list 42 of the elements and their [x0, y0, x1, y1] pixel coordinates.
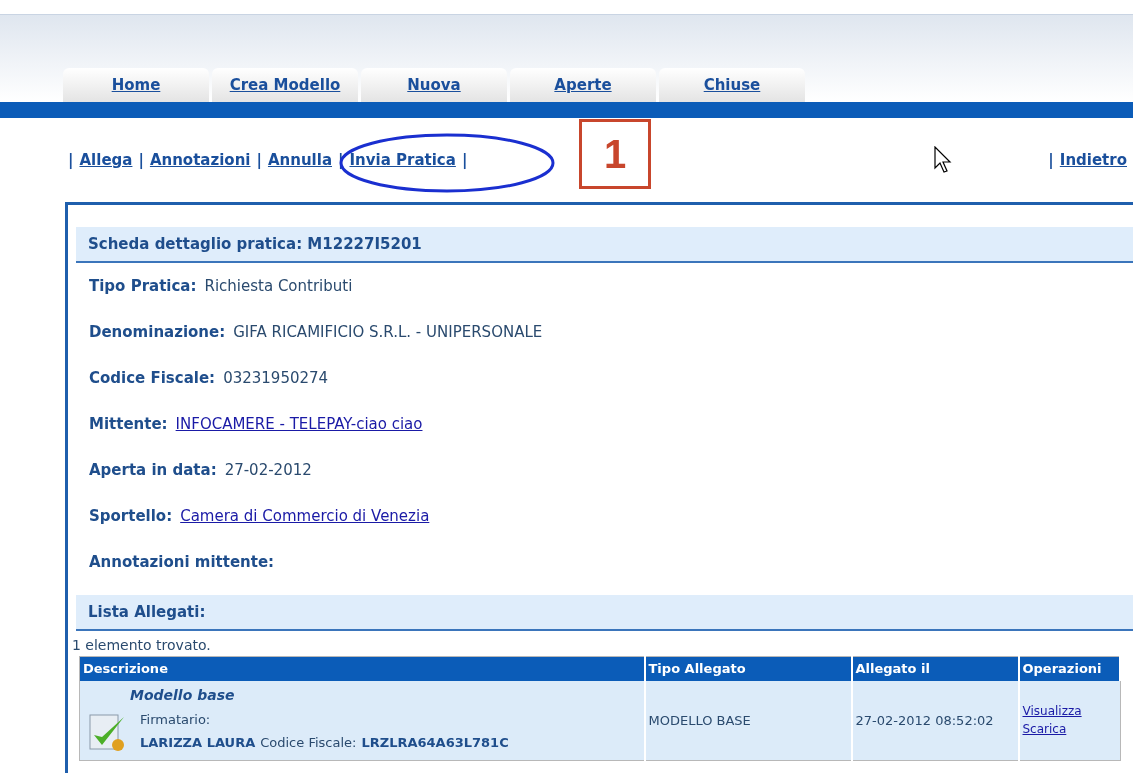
signer-name: LARIZZA LAURA — [140, 734, 256, 752]
field-value: 03231950274 — [223, 367, 329, 389]
action-link[interactable]: Allega — [79, 148, 133, 172]
field-value: GIFA RICAMIFICIO S.R.L. - UNIPERSONALE — [233, 321, 543, 343]
field-link[interactable]: Camera di Commercio di Venezia — [180, 504, 430, 528]
action-link[interactable]: Annotazioni — [149, 148, 251, 172]
section-header: Scheda dettaglio pratica: M12227I5201 — [76, 227, 1133, 263]
section-header: Lista Allegati: — [76, 595, 1133, 631]
nav-tab[interactable]: Chiuse — [659, 68, 805, 102]
result-count: 1 elemento trovato. — [72, 636, 212, 655]
action-link[interactable]: Invia Pratica — [349, 148, 456, 172]
field-label: Aperta in data: — [89, 459, 217, 481]
field-label: Annotazioni mittente: — [89, 551, 275, 573]
step-number: 1 — [579, 119, 651, 189]
nav-tab[interactable]: Aperte — [510, 68, 656, 102]
field-value: 27-02-2012 — [224, 459, 312, 481]
separator: | — [256, 149, 262, 171]
table-cell: MODELLO BASE — [644, 680, 852, 761]
separator: | — [138, 149, 144, 171]
operation-link[interactable]: Visualizza — [1022, 702, 1117, 721]
field-link[interactable]: INFOCAMERE - TELEPAY-ciao ciao — [175, 412, 423, 436]
separator: | — [461, 149, 468, 171]
signer-label: Firmatario: — [140, 710, 212, 729]
field-value: Richiesta Contributi — [204, 275, 353, 297]
nav-tab[interactable]: Nuova — [361, 68, 507, 102]
operation-link[interactable]: Scarica — [1022, 720, 1117, 739]
nav-tab[interactable]: Home — [63, 68, 209, 102]
separator: | — [68, 149, 74, 171]
field-label: Mittente: — [89, 413, 168, 435]
nav-tab[interactable]: Crea Modello — [212, 68, 358, 102]
separator: | — [1048, 149, 1054, 171]
field-label: Tipo Pratica: — [89, 275, 197, 297]
field-label: Codice Fiscale: — [89, 367, 216, 389]
action-link[interactable]: Annulla — [267, 148, 332, 172]
cursor-icon — [934, 146, 952, 174]
field-label: Sportello: — [89, 505, 173, 527]
tax-code: LRZLRA64A63L781C — [361, 734, 509, 752]
action-link[interactable]: Indietro — [1059, 148, 1127, 172]
document-name: Modello base — [130, 685, 236, 705]
tax-code-label: Codice Fiscale: — [260, 734, 357, 752]
table-cell: 27-02-2012 08:52:02 — [851, 680, 1019, 761]
field-label: Denominazione: — [89, 321, 226, 343]
